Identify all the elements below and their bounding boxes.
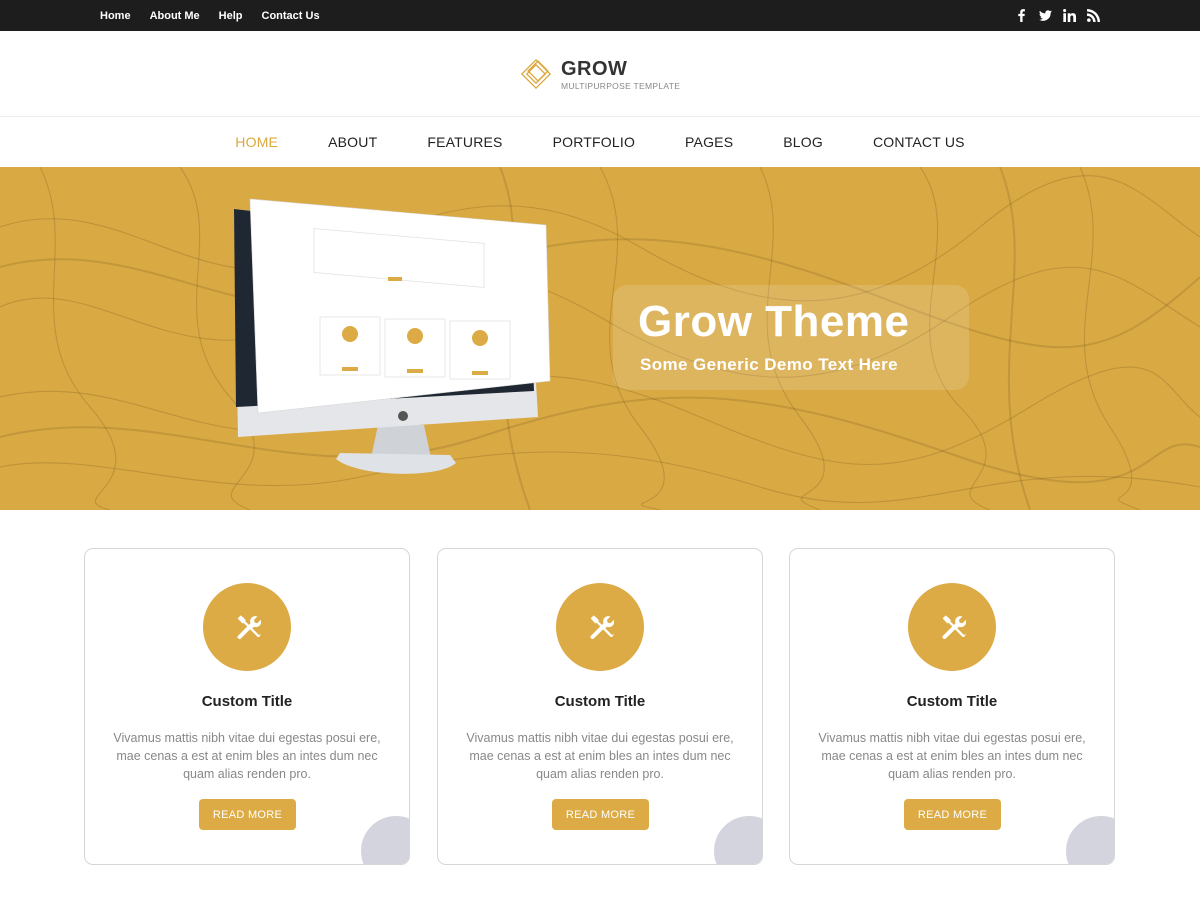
diamond-logo-icon xyxy=(520,58,552,90)
feature-card: Custom Title Vivamus mattis nibh vitae d… xyxy=(789,548,1115,865)
read-more-button[interactable]: READ MORE xyxy=(552,799,649,830)
facebook-icon[interactable] xyxy=(1014,9,1028,23)
card-title: Custom Title xyxy=(201,693,293,710)
twitter-icon[interactable] xyxy=(1038,9,1052,23)
card-title: Custom Title xyxy=(906,693,998,710)
card-text: Vivamus mattis nibh vitae dui egestas po… xyxy=(466,731,734,781)
card-corner-decoration xyxy=(1066,816,1114,864)
site-header: GROW MULTIPURPOSE TEMPLATE xyxy=(0,31,1200,117)
nav-item-blog[interactable]: BLOG xyxy=(758,134,848,150)
social-links xyxy=(1014,0,1100,31)
nav-item-contact-us[interactable]: CONTACT US xyxy=(848,134,990,150)
hero-banner: Grow Theme Some Generic Demo Text Here xyxy=(0,167,1200,510)
top-bar: Home About Me Help Contact Us xyxy=(0,0,1200,31)
nav-item-about[interactable]: ABOUT xyxy=(303,134,402,150)
monitor-mockup-image xyxy=(234,198,551,474)
nav-item-pages[interactable]: PAGES xyxy=(660,134,758,150)
logo-tagline: MULTIPURPOSE TEMPLATE xyxy=(561,80,681,91)
hero-title: Grow Theme xyxy=(638,297,910,346)
nav-item-portfolio[interactable]: PORTFOLIO xyxy=(528,134,660,150)
top-links: Home About Me Help Contact Us xyxy=(100,0,320,31)
linkedin-icon[interactable] xyxy=(1062,9,1076,23)
read-more-button[interactable]: READ MORE xyxy=(904,799,1001,830)
top-link-help[interactable]: Help xyxy=(219,10,243,22)
card-corner-decoration xyxy=(714,816,762,864)
top-link-home[interactable]: Home xyxy=(100,10,131,22)
tools-icon xyxy=(203,583,291,671)
feature-card: Custom Title Vivamus mattis nibh vitae d… xyxy=(437,548,763,865)
hero-subtitle: Some Generic Demo Text Here xyxy=(640,355,899,374)
nav-item-home[interactable]: HOME xyxy=(210,134,303,150)
read-more-button[interactable]: READ MORE xyxy=(199,799,296,830)
feature-card: Custom Title Vivamus mattis nibh vitae d… xyxy=(84,548,410,865)
tools-icon xyxy=(556,583,644,671)
card-corner-decoration xyxy=(361,816,409,864)
logo-name: GROW xyxy=(561,57,628,80)
card-title: Custom Title xyxy=(554,693,646,710)
card-text: Vivamus mattis nibh vitae dui egestas po… xyxy=(113,731,381,781)
card-text: Vivamus mattis nibh vitae dui egestas po… xyxy=(818,731,1086,781)
nav-item-features[interactable]: FEATURES xyxy=(402,134,527,150)
tools-icon xyxy=(908,583,996,671)
top-link-contact-us[interactable]: Contact Us xyxy=(262,10,320,22)
rss-icon[interactable] xyxy=(1086,9,1100,23)
main-nav: HOME ABOUT FEATURES PORTFOLIO PAGES BLOG… xyxy=(0,117,1200,167)
site-logo[interactable]: GROW MULTIPURPOSE TEMPLATE xyxy=(517,55,680,93)
smoke-background xyxy=(0,167,1200,510)
top-link-about-me[interactable]: About Me xyxy=(150,10,200,22)
